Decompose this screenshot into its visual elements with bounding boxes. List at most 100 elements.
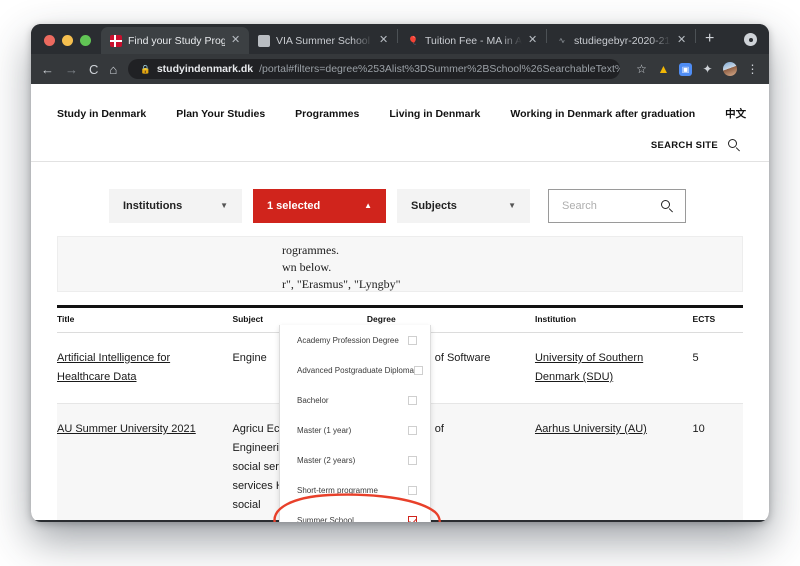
site-navigation: Study in Denmark Plan Your Studies Progr… — [31, 84, 769, 121]
option-checkbox[interactable] — [408, 455, 417, 465]
degree-dropdown-menu[interactable]: Academy Profession Degree Advanced Postg… — [279, 325, 431, 522]
option-label: Advanced Postgraduate Diploma — [297, 365, 414, 375]
degree-option-advanced-postgraduate-diploma[interactable]: Advanced Postgraduate Diploma — [280, 355, 430, 385]
drive-icon[interactable]: ▲ — [657, 62, 670, 76]
browser-tab-1[interactable]: Find your Study Programme — ✕ — [101, 27, 249, 54]
close-window-button[interactable] — [44, 35, 55, 46]
info-line-3: r", "Erasmus", "Lyngby" — [282, 277, 401, 291]
omnibox-row: ← → C ⌂ 🔒 studyindenmark.dk/portal#filte… — [31, 54, 769, 84]
puzzle-icon[interactable]: ✦ — [701, 62, 714, 76]
degree-option-bachelor[interactable]: Bachelor — [280, 385, 430, 415]
tab-strip-right-controls[interactable] — [744, 33, 769, 54]
search-site-label: SEARCH SITE — [650, 140, 718, 151]
option-checkbox[interactable] — [408, 395, 417, 405]
minimize-window-button[interactable] — [62, 35, 73, 46]
address-bar[interactable]: 🔒 studyindenmark.dk/portal#filters=degre… — [128, 59, 620, 79]
star-icon[interactable]: ☆ — [635, 62, 648, 76]
option-checkbox[interactable] — [408, 335, 417, 345]
info-panel-text: rogrammes. wn below. r", "Erasmus", "Lyn… — [58, 237, 742, 293]
option-checkbox-checked[interactable] — [408, 515, 417, 522]
camera-icon[interactable]: ▣ — [679, 62, 692, 76]
browser-tab-4[interactable]: ∿ studiegebyr-2020-21.xlsx ✕ — [547, 27, 695, 54]
browser-tab-3[interactable]: 🎈 Tuition Fee - MA in African Stu ✕ — [398, 27, 546, 54]
subjects-label: Subjects — [411, 200, 457, 212]
extensions-row: ☆ ▲ ▣ ✦ ⋮ — [631, 62, 759, 76]
degree-option-academy-profession-degree[interactable]: Academy Profession Degree — [280, 325, 430, 355]
spreadsheet-icon: ∿ — [558, 36, 566, 45]
option-label: Master (1 year) — [297, 425, 352, 435]
nav-chinese[interactable]: 中文 — [725, 106, 746, 121]
subjects-dropdown-button[interactable]: Subjects ▼ — [397, 189, 530, 223]
reload-icon[interactable]: C — [89, 63, 98, 76]
search-site-control[interactable]: SEARCH SITE — [31, 121, 769, 152]
institution-link[interactable]: Aarhus University (AU) — [535, 423, 647, 435]
tab-title: VIA Summer School - spend th — [276, 34, 373, 47]
cell-title: AU Summer University 2021 — [57, 403, 233, 522]
option-checkbox[interactable] — [408, 485, 417, 495]
tab-title: studiegebyr-2020-21.xlsx — [574, 34, 671, 47]
nav-plan-your-studies[interactable]: Plan Your Studies — [176, 108, 265, 120]
institutions-label: Institutions — [123, 200, 183, 212]
institutions-dropdown-button[interactable]: Institutions ▼ — [109, 189, 242, 223]
info-line-2: wn below. — [282, 260, 332, 274]
column-header-ects[interactable]: ECTS — [692, 305, 743, 333]
profile-avatar[interactable] — [723, 62, 737, 76]
denmark-flag-icon — [110, 34, 122, 47]
via-globe-icon — [258, 34, 270, 47]
option-label: Master (2 years) — [297, 455, 356, 465]
tab-close-icon[interactable]: ✕ — [231, 35, 242, 46]
filter-bar: Institutions ▼ 1 selected ▲ Subjects ▼ — [31, 162, 769, 223]
nav-living-in-denmark[interactable]: Living in Denmark — [389, 108, 480, 120]
browser-window: Find your Study Programme — ✕ VIA Summer… — [31, 24, 769, 522]
url-domain: studyindenmark.dk — [156, 63, 254, 75]
tab-close-icon[interactable]: ✕ — [677, 35, 688, 46]
search-field-wrapper[interactable] — [548, 189, 686, 223]
degree-option-summer-school[interactable]: Summer School — [280, 505, 430, 522]
cell-institution: Aarhus University (AU) — [534, 403, 693, 522]
kebab-menu-icon[interactable]: ⋮ — [746, 62, 759, 76]
nav-programmes[interactable]: Programmes — [295, 108, 359, 120]
cell-ects: 10 — [692, 403, 743, 522]
screenshot-root: Find your Study Programme — ✕ VIA Summer… — [0, 0, 800, 566]
tab-title: Find your Study Programme — — [128, 34, 225, 47]
nav-study-in-denmark[interactable]: Study in Denmark — [57, 108, 146, 120]
search-input[interactable] — [560, 199, 659, 213]
nav-working-in-denmark[interactable]: Working in Denmark after graduation — [510, 108, 695, 120]
lock-icon: 🔒 — [140, 63, 151, 74]
column-header-institution[interactable]: Institution — [534, 305, 693, 333]
degree-dropdown-button[interactable]: 1 selected ▲ — [253, 189, 386, 223]
option-label: Academy Profession Degree — [297, 335, 399, 345]
search-icon[interactable] — [661, 199, 674, 213]
chevron-down-icon: ▼ — [220, 201, 228, 210]
degree-option-short-term-programme[interactable]: Short-term programme — [280, 475, 430, 505]
forward-icon[interactable]: → — [65, 63, 78, 76]
balloon-icon: 🎈 — [408, 35, 418, 45]
cell-ects: 5 — [692, 332, 743, 404]
programme-link[interactable]: Artificial Intelligence for Healthcare D… — [57, 352, 170, 383]
home-icon[interactable]: ⌂ — [109, 63, 117, 76]
degree-label: 1 selected — [267, 200, 321, 212]
degree-option-master-2-years[interactable]: Master (2 years) — [280, 445, 430, 475]
option-label: Bachelor — [297, 395, 329, 405]
institution-link[interactable]: University of Southern Denmark (SDU) — [535, 352, 643, 383]
option-label: Summer School — [297, 515, 354, 523]
column-header-title[interactable]: Title — [57, 305, 233, 333]
search-icon[interactable] — [728, 139, 741, 152]
option-checkbox[interactable] — [408, 425, 417, 435]
tab-search-icon[interactable] — [744, 33, 757, 46]
degree-option-master-1-year[interactable]: Master (1 year) — [280, 415, 430, 445]
cell-title: Artificial Intelligence for Healthcare D… — [57, 332, 233, 404]
cell-institution: University of Southern Denmark (SDU) — [534, 332, 693, 404]
browser-tab-2[interactable]: VIA Summer School - spend th ✕ — [249, 27, 397, 54]
tab-close-icon[interactable]: ✕ — [528, 35, 539, 46]
info-line-1: rogrammes. — [282, 243, 339, 257]
new-tab-button[interactable]: + — [696, 31, 722, 54]
page-viewport: Study in Denmark Plan Your Studies Progr… — [31, 84, 769, 522]
back-icon[interactable]: ← — [41, 63, 54, 76]
tab-close-icon[interactable]: ✕ — [379, 35, 390, 46]
programme-link[interactable]: AU Summer University 2021 — [57, 423, 196, 435]
chevron-up-icon: ▲ — [364, 201, 372, 210]
chevron-down-icon: ▼ — [508, 201, 516, 210]
option-checkbox[interactable] — [413, 365, 423, 375]
zoom-window-button[interactable] — [80, 35, 91, 46]
